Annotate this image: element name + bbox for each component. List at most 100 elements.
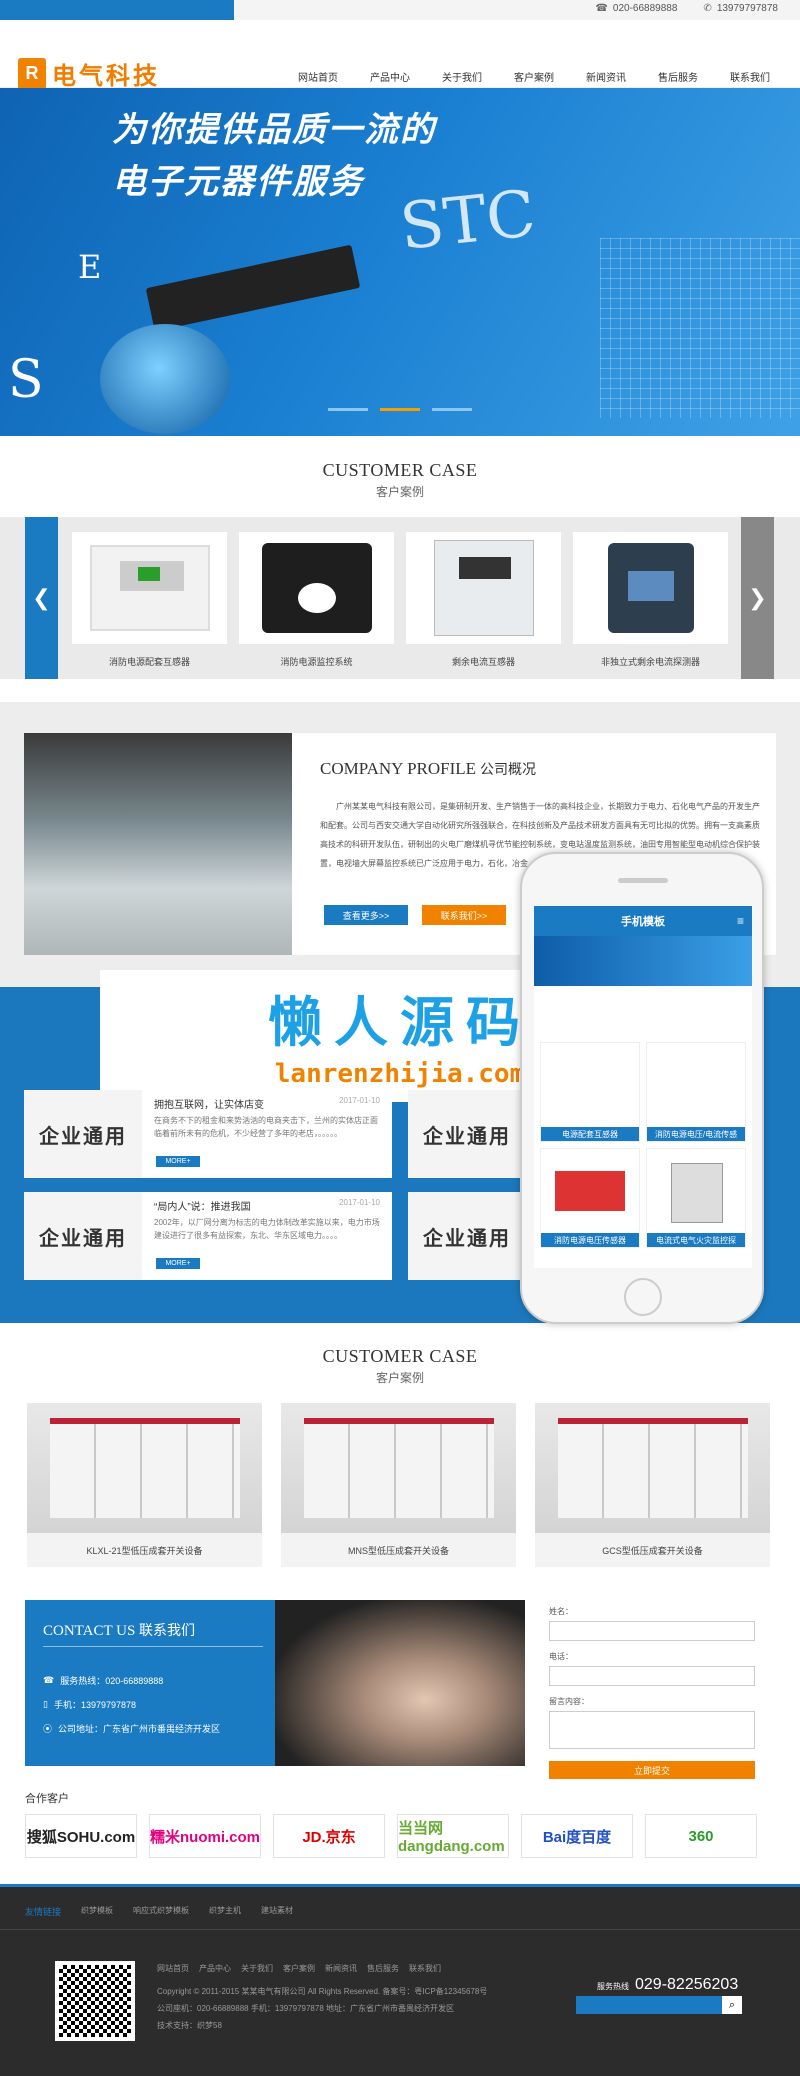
contact-address: ⦿ 公司地址：广东省广州市番禺经济开发区 (43, 1724, 221, 1734)
logo[interactable]: R 电气科技 (18, 56, 160, 91)
case2-item[interactable]: GCS型低压成套开关设备 (535, 1403, 770, 1567)
hero-banner[interactable]: 为你提供品质一流的 电子元器件服务 STC E S (0, 88, 800, 436)
case-item[interactable]: 消防电源配套互感器 (72, 532, 227, 668)
logo-mark: R (18, 57, 46, 90)
footer-nav: 网站首页 产品中心 关于我们 客户案例 新闻资讯 售后服务 联系我们 (157, 1963, 441, 1974)
case-item[interactable]: 非独立式剩余电流探测器 (573, 532, 728, 668)
friend-link[interactable]: 建站素材 (261, 1905, 293, 1918)
carousel-next-button[interactable]: ❯ (741, 517, 774, 679)
case-item[interactable]: 消防电源监控系统 (239, 532, 394, 668)
phone-product[interactable]: 电源配套互感器 (540, 1042, 640, 1142)
news-title[interactable]: “局内人”说：推进我国 (154, 1198, 251, 1213)
partner-logo-nuomi[interactable]: 糯米nuomi.com (149, 1814, 261, 1858)
banner-letter-e: E (78, 248, 102, 286)
nav-about[interactable]: 关于我们 (442, 69, 482, 84)
banner-stc-text: STC (396, 177, 539, 265)
contact-phone: ☎ 服务热线：020-66889888 (43, 1675, 164, 1686)
footer-nav-contact[interactable]: 联系我们 (409, 1963, 441, 1974)
contact-divider (43, 1646, 263, 1647)
message-textarea[interactable] (549, 1711, 755, 1749)
news-more-button[interactable]: MORE+ (156, 1156, 200, 1167)
case2-image (281, 1403, 516, 1533)
submit-button[interactable]: 立即提交 (549, 1761, 755, 1779)
partner-logo-jd[interactable]: JD.京东 (273, 1814, 385, 1858)
case2-item[interactable]: MNS型低压成套开关设备 (281, 1403, 516, 1567)
footer-nav-about[interactable]: 关于我们 (241, 1963, 273, 1974)
chevron-right-icon: ❯ (748, 585, 767, 610)
partner-logo-sohu[interactable]: 搜狐SOHU.com (25, 1814, 137, 1858)
phone-product[interactable]: 电流式电气火灾监控探 (646, 1148, 746, 1248)
phone-product-caption: 消防电源电压/电流传感 (647, 1127, 745, 1141)
friend-links-title: 友情链接 (25, 1907, 62, 1917)
case-image (406, 532, 561, 644)
case-image (573, 532, 728, 644)
footer-divider (0, 1929, 800, 1930)
menu-icon[interactable]: ≡ (737, 914, 744, 928)
footer-search-input[interactable] (576, 1996, 722, 2014)
news-card[interactable]: 企业通用 拥抱互联网，让实体店变 2017-01-10 在商务不下的租金和来势汹… (24, 1090, 392, 1178)
case2-item[interactable]: KLXL-21型低压成套开关设备 (27, 1403, 262, 1567)
news-card[interactable]: 企业通用 “局内人”说：推进我国 2017-01-10 2002年，以厂网分离为… (24, 1192, 392, 1280)
friend-links: 友情链接 织梦模板 响应式织梦模板 织梦主机 建站素材 (25, 1905, 293, 1918)
footer-nav-news[interactable]: 新闻资讯 (325, 1963, 357, 1974)
banner-dot-active[interactable] (380, 408, 420, 411)
profile-image (24, 733, 292, 955)
case-caption: 消防电源监控系统 (280, 657, 353, 667)
top-accent-strip (0, 0, 234, 20)
contact-mobile: ▯ 手机：13979797878 (43, 1699, 137, 1710)
banner-dot[interactable] (432, 408, 472, 411)
phone-product-image (671, 1163, 723, 1223)
phone-title: 手机模板 (621, 916, 665, 928)
case-caption: 非独立式剩余电流探测器 (600, 657, 700, 667)
banner-chip-image (145, 244, 361, 332)
footer-nav-products[interactable]: 产品中心 (199, 1963, 231, 1974)
nav-service[interactable]: 售后服务 (658, 69, 698, 84)
banner-letter-s: S (8, 350, 44, 410)
news-date: 2017-01-10 (339, 1198, 380, 1207)
contact-us-button[interactable]: 联系我们>> (422, 905, 506, 925)
banner-dot[interactable] (328, 408, 368, 411)
top-mobile: ✆ 13979797878 (703, 3, 778, 14)
nav-products[interactable]: 产品中心 (370, 69, 410, 84)
partner-logo-dangdang[interactable]: 当当网dangdang.com (397, 1814, 509, 1858)
news-label: 企业通用 (408, 1192, 526, 1280)
news-label: 企业通用 (408, 1090, 526, 1178)
search-icon[interactable]: ⌕ (722, 1996, 742, 2014)
footer-nav-home[interactable]: 网站首页 (157, 1963, 189, 1974)
case-item[interactable]: 剩余电流互感器 (406, 532, 561, 668)
footer-search: ⌕ (576, 1996, 742, 2014)
nav-home[interactable]: 网站首页 (298, 69, 338, 84)
nav-contact[interactable]: 联系我们 (730, 69, 770, 84)
case-items: 消防电源配套互感器 消防电源监控系统 剩余电流互感器 非独立式剩余电流探测器 (72, 532, 728, 668)
news-card[interactable]: 企业通用 (408, 1090, 526, 1178)
case2-list: KLXL-21型低压成套开关设备 MNS型低压成套开关设备 GCS型低压成套开关… (27, 1403, 770, 1567)
phone-product[interactable]: 消防电源电压/电流传感 (646, 1042, 746, 1142)
copyright-text: Copyright © 2011-2015 某某电气有限公司 All Right… (157, 1987, 488, 1996)
phone-header: 手机模板 ≡ (534, 906, 752, 936)
contact-title-en: CONTACT US (43, 1623, 136, 1639)
news-more-button[interactable]: MORE+ (156, 1258, 200, 1269)
banner-pagination (328, 408, 472, 411)
friend-link[interactable]: 响应式织梦模板 (133, 1905, 189, 1918)
case-title-en: CUSTOMER CASE (322, 460, 478, 480)
friend-link[interactable]: 织梦主机 (209, 1905, 241, 1918)
footer-nav-cases[interactable]: 客户案例 (283, 1963, 315, 1974)
partner-logo-baidu[interactable]: Bai度百度 (521, 1814, 633, 1858)
nav-news[interactable]: 新闻资讯 (586, 69, 626, 84)
news-title[interactable]: 拥抱互联网，让实体店变 (154, 1096, 264, 1111)
carousel-prev-button[interactable]: ❮ (25, 517, 58, 679)
name-input[interactable] (549, 1621, 755, 1641)
friend-link[interactable]: 织梦模板 (81, 1905, 113, 1918)
news-excerpt: 2002年，以厂网分离为标志的电力体制改革实施以来，电力市场建设进行了很多有益探… (154, 1218, 380, 1240)
news-card[interactable]: 企业通用 (408, 1192, 526, 1280)
banner-globe-image (100, 324, 230, 434)
phone-product[interactable]: 消防电源电压传感器 (540, 1148, 640, 1248)
partners-list: 搜狐SOHU.com 糯米nuomi.com JD.京东 当当网dangdang… (25, 1814, 757, 1858)
tel-input[interactable] (549, 1666, 755, 1686)
partner-logo-360[interactable]: 360 (645, 1814, 757, 1858)
qr-code-image (55, 1961, 135, 2041)
footer-nav-service[interactable]: 售后服务 (367, 1963, 399, 1974)
nav-cases[interactable]: 客户案例 (514, 69, 554, 84)
phone-product-caption: 消防电源电压传感器 (541, 1233, 639, 1247)
view-more-button[interactable]: 查看更多>> (324, 905, 408, 925)
